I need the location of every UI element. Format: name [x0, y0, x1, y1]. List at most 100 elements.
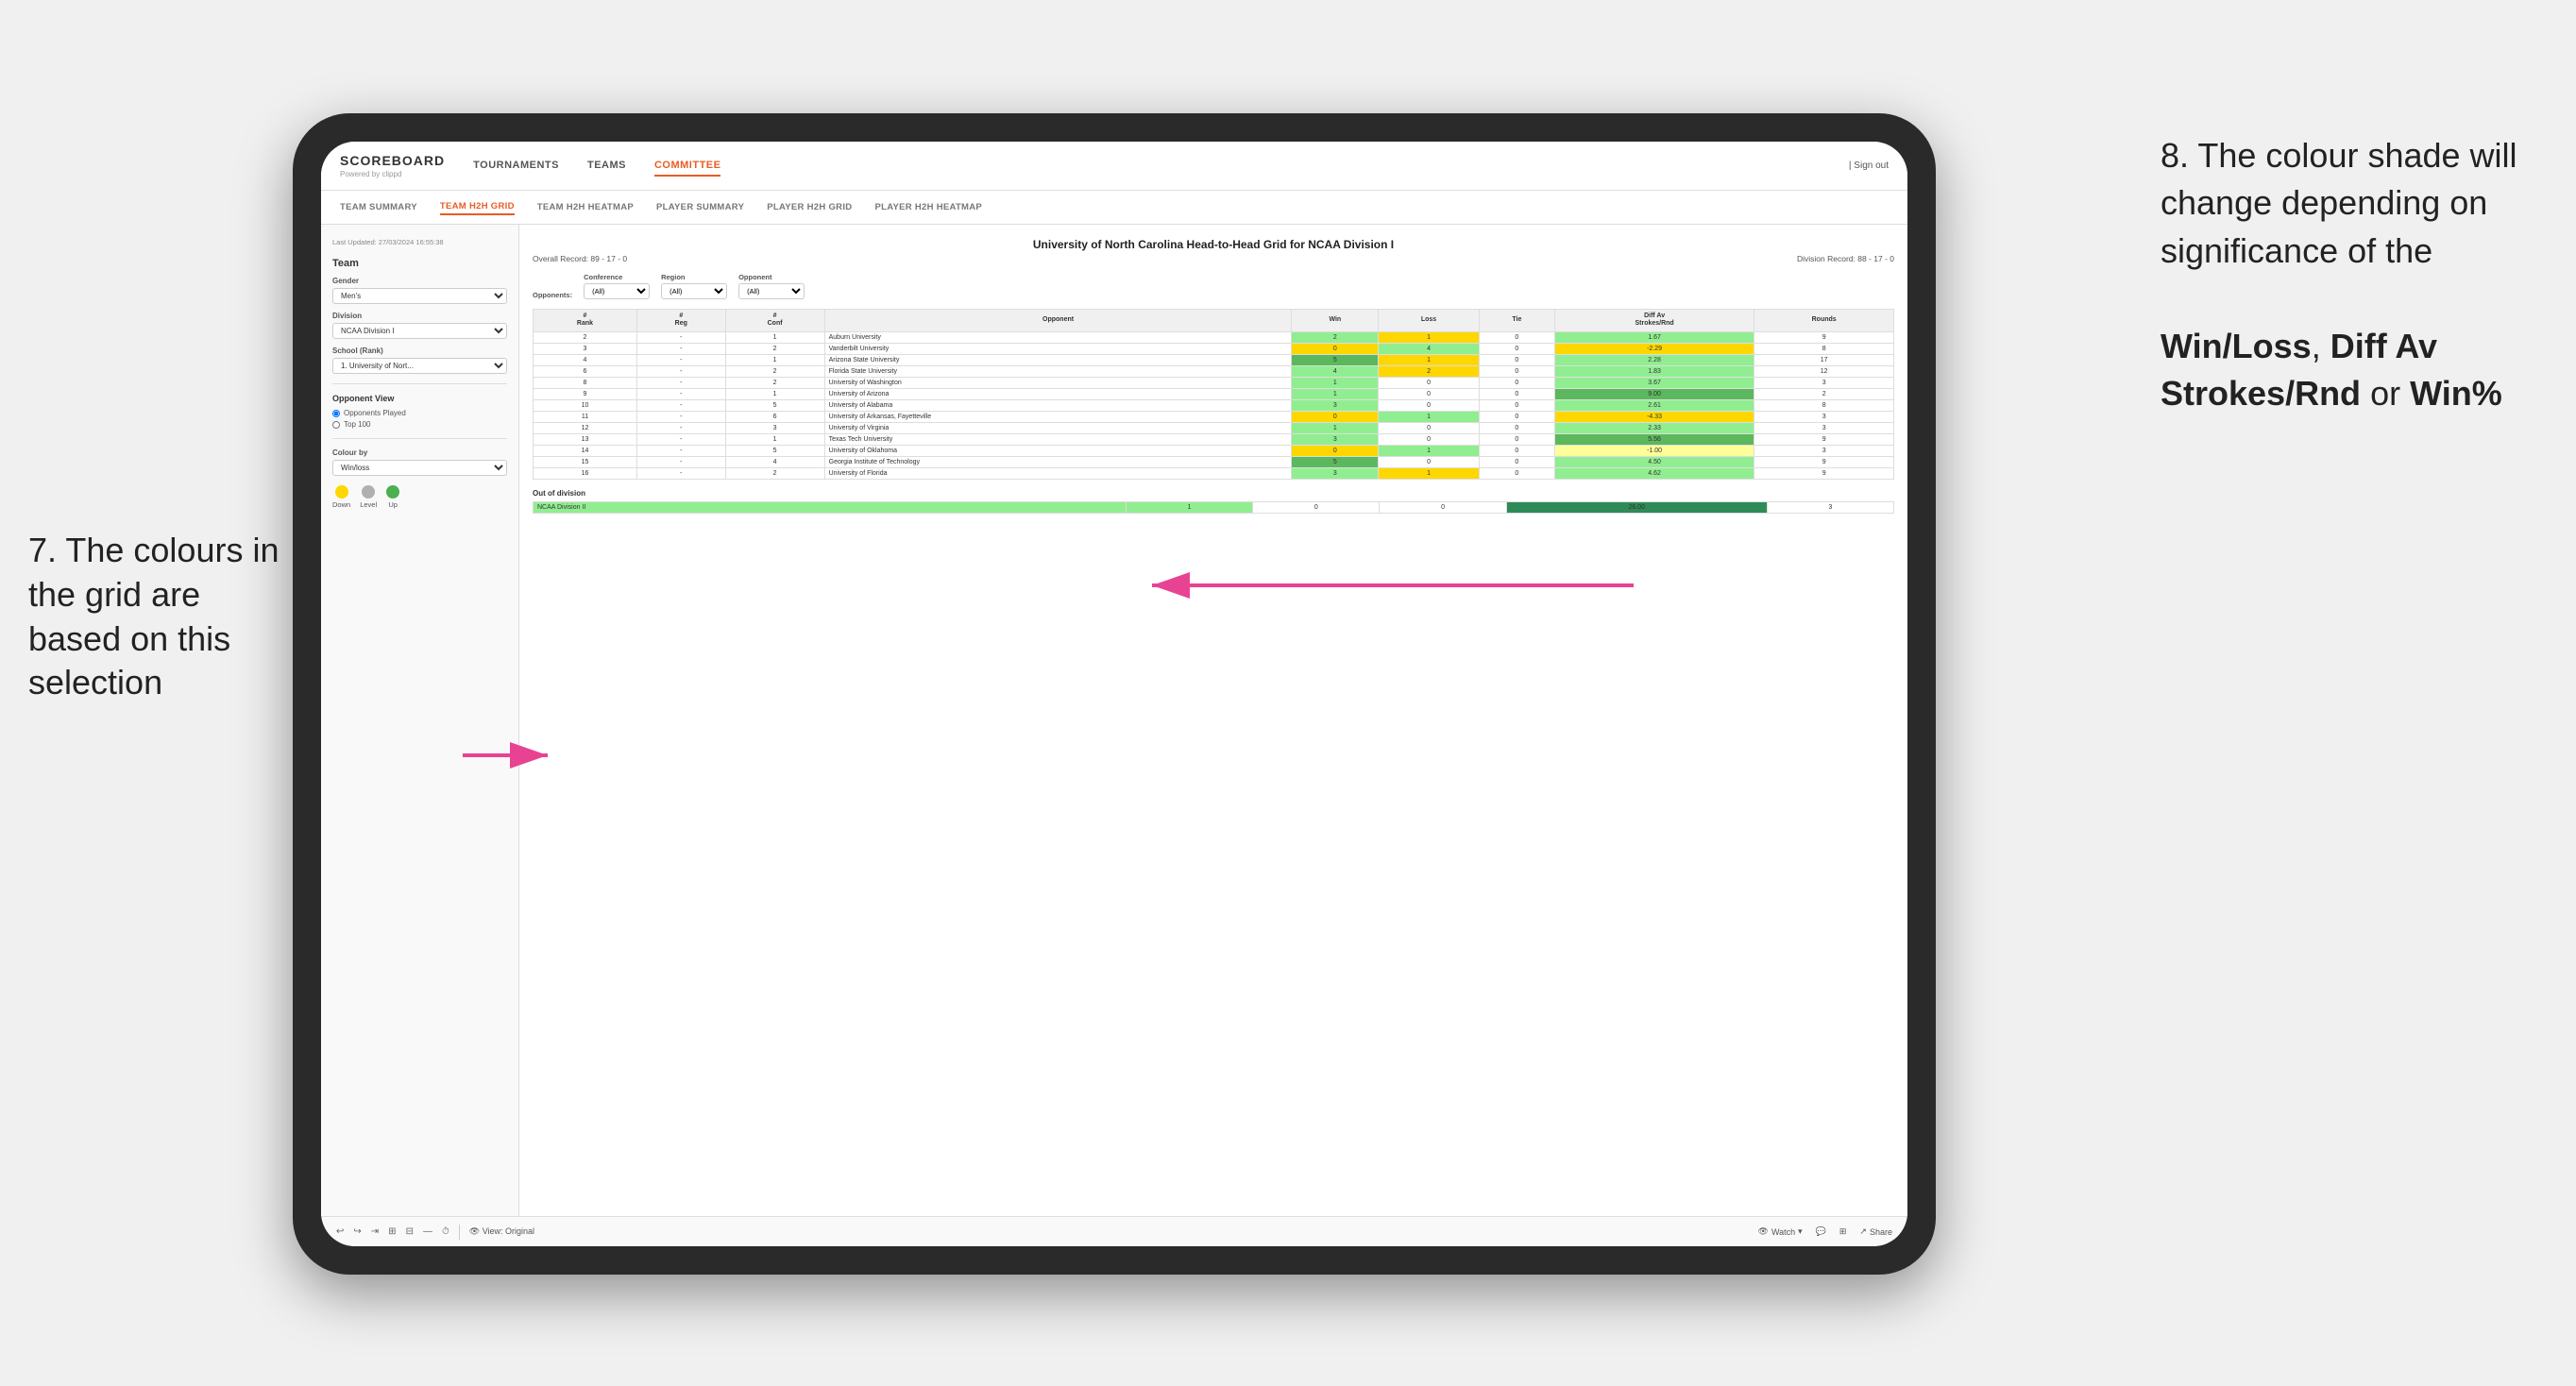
nav-committee[interactable]: COMMITTEE: [654, 156, 721, 177]
toolbar-view-label[interactable]: 👁 View: Original: [469, 1226, 534, 1237]
loss: 0: [1379, 388, 1480, 399]
region-select[interactable]: (All): [661, 283, 727, 299]
win: 0: [1292, 411, 1379, 422]
diff: 5.56: [1554, 433, 1754, 445]
grid-button[interactable]: ⊞: [1839, 1226, 1847, 1237]
conf: 1: [725, 433, 824, 445]
division-select[interactable]: NCAA Division I: [332, 323, 507, 339]
diff: 4.62: [1554, 467, 1754, 479]
bottom-toolbar: ↩ ↪ ⇥ ⊞ ⊟ — ⏱ 👁 View: Original 👁 Watch ▾…: [321, 1216, 1907, 1246]
toolbar-right: 👁 Watch ▾ 💬 ⊞ ↗ Share: [1758, 1226, 1892, 1237]
comment-button[interactable]: 💬: [1816, 1226, 1826, 1237]
tie: 0: [1479, 433, 1554, 445]
table-row: 16 - 2 University of Florida 3 1 0 4.62 …: [534, 467, 1894, 479]
diff: 2.61: [1554, 399, 1754, 411]
win: 1: [1292, 377, 1379, 388]
colour-by-label: Colour by: [332, 448, 507, 457]
rank: 16: [534, 467, 637, 479]
paste-icon[interactable]: ⊟: [406, 1226, 414, 1237]
loss: 1: [1379, 411, 1480, 422]
loss: 0: [1379, 456, 1480, 467]
nav-items: TOURNAMENTS TEAMS COMMITTEE: [473, 156, 1849, 177]
loss: 1: [1379, 331, 1480, 343]
rounds: 3: [1754, 411, 1894, 422]
diff: -4.33: [1554, 411, 1754, 422]
colour-legend: Down Level Up: [332, 485, 507, 509]
tie: 0: [1479, 388, 1554, 399]
tie: 0: [1479, 411, 1554, 422]
share-button[interactable]: ↗ Share: [1859, 1226, 1892, 1237]
opponent-select[interactable]: (All): [738, 283, 805, 299]
win: 4: [1292, 365, 1379, 377]
watch-button[interactable]: 👁 Watch ▾: [1758, 1226, 1803, 1237]
clock-icon[interactable]: ⏱: [442, 1226, 449, 1237]
th-tie: Tie: [1479, 310, 1554, 332]
level-label: Level: [360, 500, 377, 509]
conf: 5: [725, 399, 824, 411]
table-row: 3 - 2 Vanderbilt University 0 4 0 -2.29 …: [534, 343, 1894, 354]
reg: -: [636, 433, 725, 445]
out-div-diff: 26.00: [1506, 501, 1767, 513]
loss: 0: [1379, 433, 1480, 445]
annotation-bold-winloss: Win/Loss: [2161, 327, 2312, 365]
conference-select[interactable]: (All): [584, 283, 650, 299]
reg: -: [636, 388, 725, 399]
tab-team-h2h-grid[interactable]: TEAM H2H GRID: [440, 199, 515, 215]
out-div-win: 1: [1126, 501, 1252, 513]
tab-player-h2h-heatmap[interactable]: PLAYER H2H HEATMAP: [874, 200, 982, 214]
sidebar-division-label: Division: [332, 312, 507, 320]
opponent-label: Opponent: [738, 273, 805, 281]
undo-icon[interactable]: ↩: [336, 1226, 344, 1237]
tab-team-h2h-heatmap[interactable]: TEAM H2H HEATMAP: [537, 200, 634, 214]
tablet-frame: SCOREBOARD Powered by clippd TOURNAMENTS…: [293, 113, 1936, 1275]
reg: -: [636, 467, 725, 479]
win: 2: [1292, 331, 1379, 343]
level-dot: [362, 485, 375, 499]
colour-by-select[interactable]: Win/loss: [332, 460, 507, 476]
opponent-name: University of Arizona: [824, 388, 1292, 399]
reg: -: [636, 422, 725, 433]
rounds: 9: [1754, 433, 1894, 445]
region-filter: Region (All): [661, 273, 727, 299]
annotation-left: 7. The colours in the grid are based on …: [28, 529, 293, 705]
tab-team-summary[interactable]: TEAM SUMMARY: [340, 200, 417, 214]
radio-top100[interactable]: Top 100: [332, 420, 507, 429]
sidebar-divider-2: [332, 438, 507, 439]
forward-icon[interactable]: ⇥: [371, 1226, 379, 1237]
sign-out-link[interactable]: | Sign out: [1849, 161, 1889, 171]
redo-icon[interactable]: ↪: [353, 1226, 361, 1237]
tab-player-h2h-grid[interactable]: PLAYER H2H GRID: [767, 200, 852, 214]
logo-text: SCOREBOARD: [340, 153, 445, 168]
th-reg: #Reg: [636, 310, 725, 332]
tab-player-summary[interactable]: PLAYER SUMMARY: [656, 200, 744, 214]
table-row: 15 - 4 Georgia Institute of Technology 5…: [534, 456, 1894, 467]
copy-icon[interactable]: ⊞: [388, 1226, 396, 1237]
rank: 8: [534, 377, 637, 388]
win: 3: [1292, 399, 1379, 411]
dash-icon: —: [423, 1226, 432, 1237]
gender-select[interactable]: Men's: [332, 288, 507, 304]
loss: 1: [1379, 445, 1480, 456]
rank: 13: [534, 433, 637, 445]
win: 5: [1292, 456, 1379, 467]
opponent-name: Arizona State University: [824, 354, 1292, 365]
rounds: 9: [1754, 331, 1894, 343]
school-select[interactable]: 1. University of Nort...: [332, 358, 507, 374]
sub-nav: TEAM SUMMARY TEAM H2H GRID TEAM H2H HEAT…: [321, 191, 1907, 225]
table-row: 12 - 3 University of Virginia 1 0 0 2.33…: [534, 422, 1894, 433]
diff: 1.83: [1554, 365, 1754, 377]
nav-tournaments[interactable]: TOURNAMENTS: [473, 156, 559, 177]
opponent-name: University of Virginia: [824, 422, 1292, 433]
loss: 4: [1379, 343, 1480, 354]
opponent-view-title: Opponent View: [332, 394, 507, 403]
overall-record: Overall Record: 89 - 17 - 0: [533, 254, 627, 263]
th-rounds: Rounds: [1754, 310, 1894, 332]
nav-teams[interactable]: TEAMS: [587, 156, 626, 177]
tie: 0: [1479, 422, 1554, 433]
radio-opponents-played[interactable]: Opponents Played: [332, 409, 507, 417]
sidebar-gender-label: Gender: [332, 277, 507, 285]
tie: 0: [1479, 331, 1554, 343]
conf: 2: [725, 365, 824, 377]
reg: -: [636, 365, 725, 377]
tie: 0: [1479, 377, 1554, 388]
